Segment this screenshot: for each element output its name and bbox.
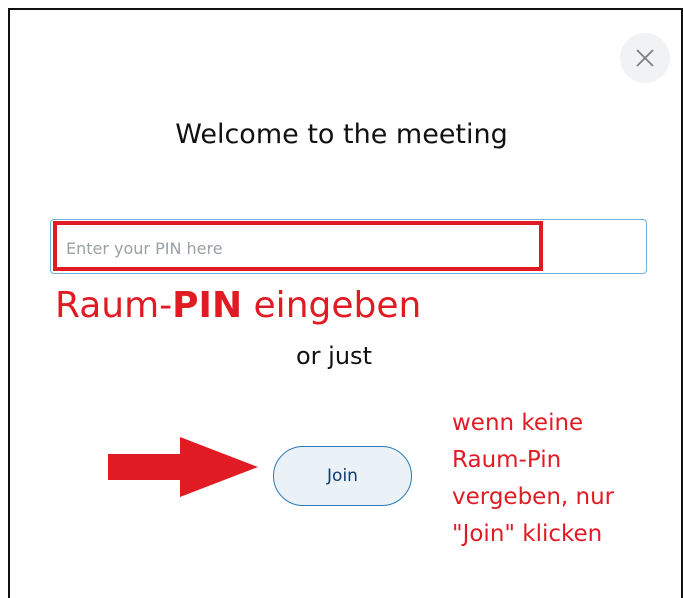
join-button[interactable]: Join: [273, 446, 412, 506]
annotation-line: vergeben, nur: [452, 484, 615, 510]
close-icon: [636, 49, 654, 67]
arrow-right-icon: [108, 437, 258, 497]
pin-annotation-box: [53, 221, 543, 271]
close-button[interactable]: [620, 33, 670, 83]
annotation-line: "Join" klicken: [452, 521, 603, 547]
pin-annotation-text: Raum-PIN eingeben: [55, 285, 422, 326]
annotation-line: wenn keine: [452, 410, 584, 436]
join-annotation-text: wenn keine Raum-Pin vergeben, nur "Join"…: [452, 405, 614, 553]
or-just-text: or just: [296, 342, 372, 370]
annotation-line: Raum-Pin: [452, 447, 562, 473]
dialog-title: Welcome to the meeting: [175, 119, 508, 150]
